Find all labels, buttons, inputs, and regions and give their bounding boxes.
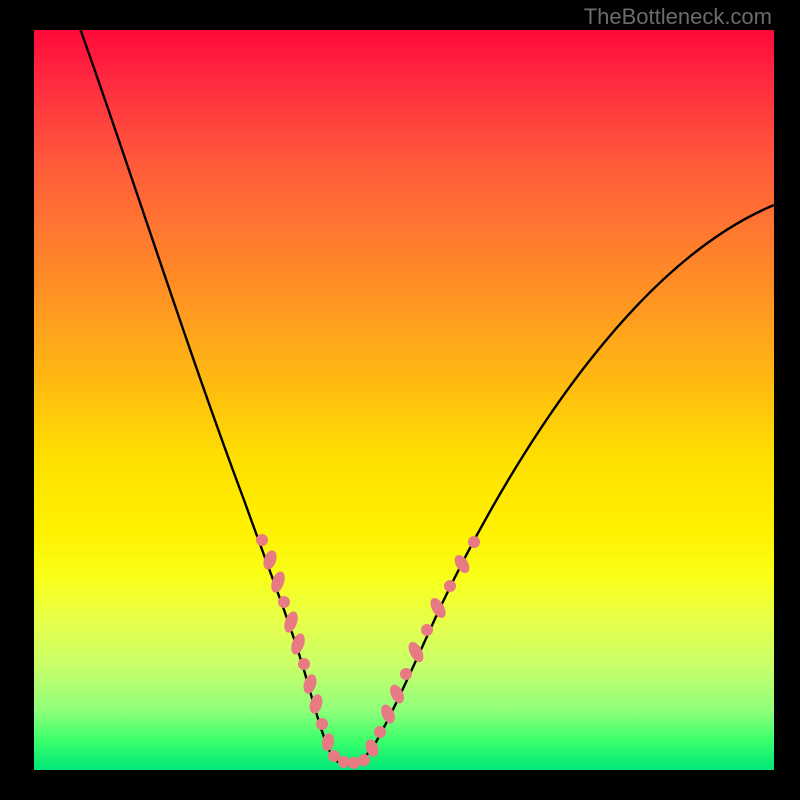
- bottleneck-curve: [77, 20, 774, 765]
- watermark-text: TheBottleneck.com: [584, 4, 772, 30]
- plot-area: [34, 30, 774, 770]
- bead-cluster-bottom: [328, 750, 370, 769]
- bead-cluster-left: [256, 534, 336, 752]
- curve-svg: [34, 30, 774, 770]
- chart-frame: TheBottleneck.com: [0, 0, 800, 800]
